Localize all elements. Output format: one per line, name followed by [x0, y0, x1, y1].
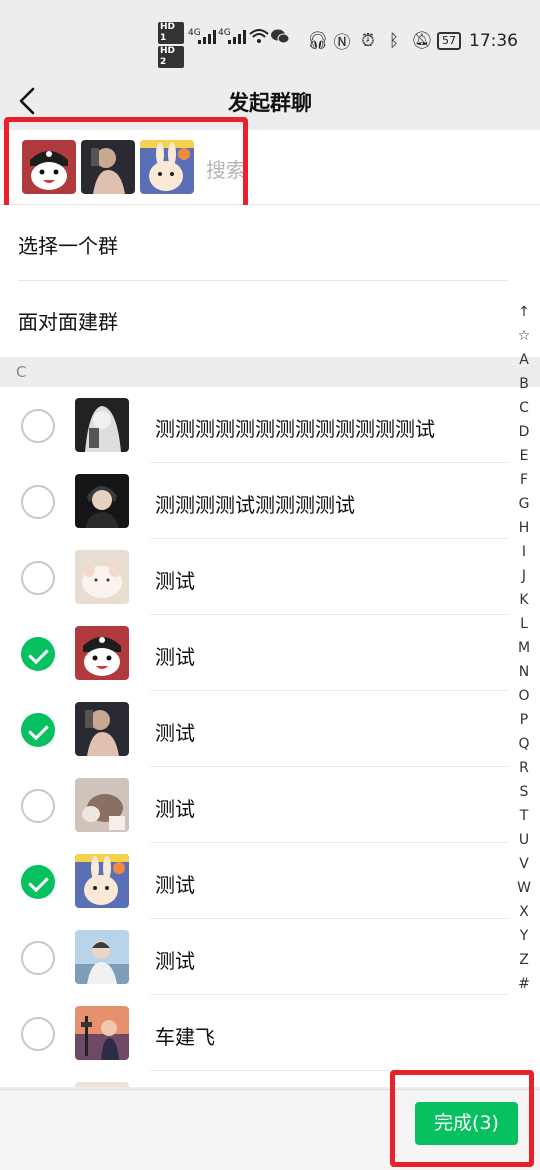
index-letter[interactable]: A: [516, 348, 532, 372]
list-item[interactable]: 测试: [0, 919, 540, 995]
index-letter[interactable]: M: [516, 636, 532, 660]
avatar: [75, 778, 129, 832]
checkbox[interactable]: [21, 409, 55, 443]
checkbox[interactable]: [21, 485, 55, 519]
checkbox-checked[interactable]: [21, 713, 55, 747]
contact-name: 测测测测试测测测测试: [155, 493, 355, 517]
alphabet-index[interactable]: ↑ ☆ A B C D E F G H I J K L M N O P Q R S T U V W X Y Z #: [516, 300, 532, 996]
index-letter[interactable]: R: [516, 756, 532, 780]
contact-name: 测试: [155, 569, 195, 593]
index-letter[interactable]: Q: [516, 732, 532, 756]
index-letter[interactable]: K: [516, 588, 532, 612]
index-letter[interactable]: W: [516, 876, 532, 900]
contact-name: 测试: [155, 949, 195, 973]
index-letter[interactable]: ☆: [516, 324, 532, 348]
face-to-face-item[interactable]: 面对面建群: [0, 281, 540, 357]
contact-list[interactable]: 测测测测测测测测测测测测测试 测测测测试测测测测试 测试 测试 测试 测试 测试…: [0, 387, 540, 1087]
hd1-badge: HD 1: [158, 22, 184, 44]
wifi-icon: [249, 29, 269, 43]
select-group-label: 选择一个群: [18, 234, 118, 258]
signal-icon: [198, 28, 216, 44]
avatar: [75, 854, 129, 908]
index-letter[interactable]: B: [516, 372, 532, 396]
contact-name: 测测测测测测测测测测测测测试: [155, 417, 435, 441]
select-group-item[interactable]: 选择一个群: [0, 205, 540, 281]
checkbox[interactable]: [21, 1017, 55, 1051]
contact-name: 测试: [155, 645, 195, 669]
list-item[interactable]: 测测测测测测测测测测测测测试: [0, 387, 540, 463]
contact-name: 测试: [155, 797, 195, 821]
list-item[interactable]: 测试: [0, 615, 540, 691]
index-letter[interactable]: Y: [516, 924, 532, 948]
checkbox-checked[interactable]: [21, 637, 55, 671]
list-item[interactable]: 测试: [0, 843, 540, 919]
index-letter[interactable]: I: [516, 540, 532, 564]
status-right: 🎧︎ Ⓝ ⏰︎ ᛒ 🔕︎ 57 17:36: [307, 28, 518, 54]
index-letter[interactable]: V: [516, 852, 532, 876]
index-letter[interactable]: O: [516, 684, 532, 708]
index-letter[interactable]: T: [516, 804, 532, 828]
index-letter[interactable]: H: [516, 516, 532, 540]
highlight-box-done: [390, 1070, 534, 1167]
highlight-box-selected: [4, 117, 248, 216]
list-item[interactable]: 测测测测试测测测测试: [0, 463, 540, 539]
index-letter[interactable]: L: [516, 612, 532, 636]
avatar: [75, 398, 129, 452]
list-item[interactable]: 测试: [0, 539, 540, 615]
headphones-icon: 🎧︎: [307, 30, 329, 51]
avatar: [75, 702, 129, 756]
mute-icon: 🔕︎: [411, 30, 433, 51]
index-letter[interactable]: U: [516, 828, 532, 852]
page-title: 发起群聊: [228, 91, 312, 115]
contact-name: 车建飞: [155, 1025, 215, 1049]
avatar: [75, 930, 129, 984]
signal-icon: [228, 28, 246, 44]
face-to-face-label: 面对面建群: [18, 310, 118, 334]
avatar: [75, 474, 129, 528]
index-letter[interactable]: N: [516, 660, 532, 684]
avatar: [75, 550, 129, 604]
checkbox-checked[interactable]: [21, 865, 55, 899]
checkbox[interactable]: [21, 941, 55, 975]
index-letter[interactable]: E: [516, 444, 532, 468]
list-item[interactable]: 车建飞: [0, 995, 540, 1071]
hd2-badge: HD 2: [158, 46, 184, 68]
index-letter[interactable]: D: [516, 420, 532, 444]
checkbox[interactable]: [21, 561, 55, 595]
bluetooth-icon: ᛒ: [388, 30, 400, 51]
hd-indicators: HD 1 HD 2: [158, 22, 184, 70]
contact-name: 测试: [155, 721, 195, 745]
index-letter[interactable]: #: [516, 972, 532, 996]
index-letter[interactable]: S: [516, 780, 532, 804]
status-bar: HD 1 HD 2 4G 4G 🎧︎ Ⓝ ⏰︎ ᛒ 🔕︎ 57 17:36: [0, 0, 540, 75]
index-letter[interactable]: Z: [516, 948, 532, 972]
avatar: [75, 1082, 129, 1087]
index-letter[interactable]: P: [516, 708, 532, 732]
alarm-icon: ⏰︎: [361, 30, 375, 51]
battery-icon: 57: [437, 31, 461, 50]
wechat-icon: [271, 29, 289, 44]
index-letter[interactable]: X: [516, 900, 532, 924]
checkbox[interactable]: [21, 789, 55, 823]
section-header: C: [0, 357, 540, 387]
index-letter[interactable]: G: [516, 492, 532, 516]
nfc-icon: Ⓝ: [333, 33, 351, 53]
contact-name: 测试: [155, 873, 195, 897]
list-item[interactable]: 测试: [0, 691, 540, 767]
avatar: [75, 626, 129, 680]
index-letter[interactable]: C: [516, 396, 532, 420]
list-item[interactable]: 测试: [0, 767, 540, 843]
index-letter[interactable]: J: [516, 564, 532, 588]
avatar: [75, 1006, 129, 1060]
index-letter[interactable]: ↑: [516, 300, 532, 324]
clock: 17:36: [469, 30, 518, 51]
index-letter[interactable]: F: [516, 468, 532, 492]
